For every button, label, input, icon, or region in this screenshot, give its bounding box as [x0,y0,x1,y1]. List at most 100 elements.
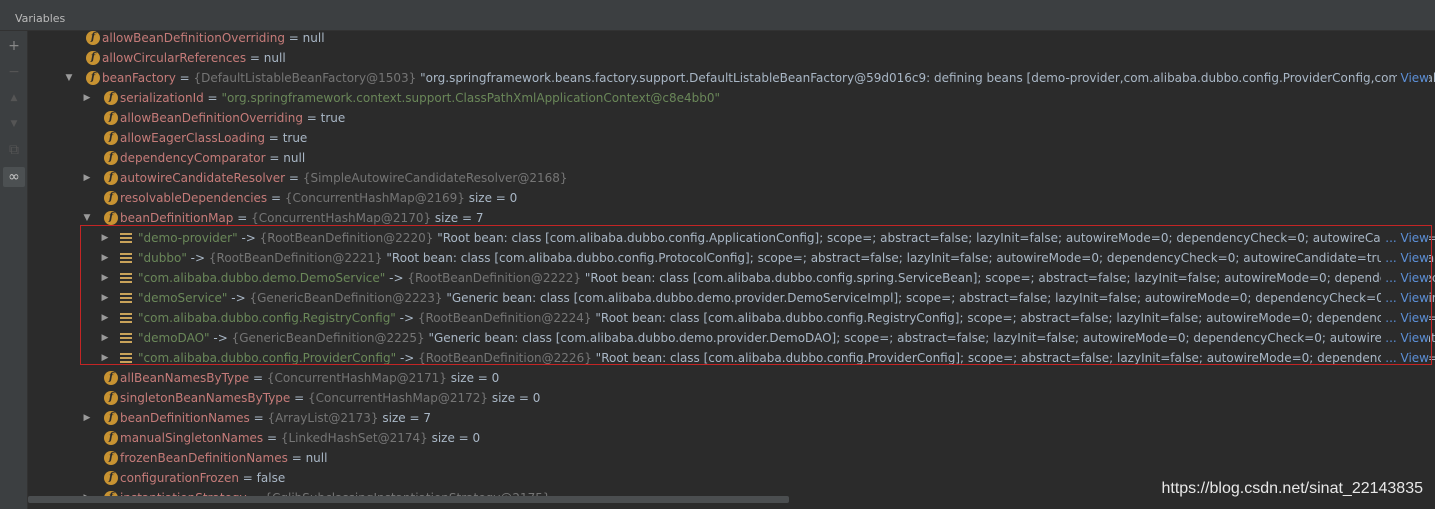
row-text: beanFactory = {DefaultListableBeanFactor… [102,68,1435,88]
variables-panel-header: Variables [0,0,1435,31]
view-link[interactable]: View [1396,68,1429,88]
expand-arrow-icon[interactable]: ▶ [82,488,92,496]
variable-row[interactable]: f allBeanNamesByType = {ConcurrentHashMap… [28,368,1435,388]
variable-name: autowireCandidateResolver [120,171,286,185]
object-ref: {DefaultListableBeanFactory@1503} [193,71,417,85]
variable-name: serializationId [120,91,204,105]
variable-value: size = 0 [491,391,541,405]
variable-value: true [282,131,308,145]
variable-value: null [263,51,286,65]
variable-value: null [283,151,306,165]
operator: = [266,431,278,445]
field-icon: f [104,451,118,465]
row-text: singletonBeanNamesByType = {ConcurrentHa… [120,388,540,408]
variable-name: allowCircularReferences [102,51,247,65]
object-ref: {ConcurrentHashMap@2171} [266,371,447,385]
variable-row[interactable]: ▶ f autowireCandidateResolver = {SimpleAut… [28,168,1435,188]
field-icon: f [86,71,100,85]
row-text: allowEagerClassLoading = true [120,128,307,148]
expand-arrow-icon[interactable]: ▶ [82,168,92,188]
variable-value: size = 7 [382,411,431,425]
variables-toolbar: + − ▲ ▼ ⧉ ∞ [0,31,28,509]
variable-row[interactable]: ▶ f beanDefinitionNames = {ArrayList@2173}… [28,408,1435,428]
variable-row[interactable]: f dependencyComparator = null [28,148,1435,168]
variable-row[interactable]: f resolvableDependencies = {ConcurrentHas… [28,188,1435,208]
expand-arrow-icon[interactable]: ▶ [82,408,92,428]
object-ref: {ConcurrentHashMap@2172} [308,391,489,405]
variable-value: false [256,471,286,485]
field-icon: f [104,191,118,205]
variable-name: beanDefinitionMap [120,211,234,225]
variable-value: "org.springframework.context.support.Cla… [221,91,721,105]
field-icon: f [104,431,118,445]
row-text: resolvableDependencies = {ConcurrentHash… [120,188,517,208]
panel-title: Variables [15,12,66,25]
row-text: serializationId = "org.springframework.c… [120,88,720,108]
variable-name: dependencyComparator [120,151,266,165]
field-icon: f [104,371,118,385]
variable-row[interactable]: ▶ f serializationId = "org.springframework… [28,88,1435,108]
variable-value: true [320,111,346,125]
variable-name: configurationFrozen [120,471,239,485]
operator: = [249,51,260,65]
row-text: frozenBeanDefinitionNames = null [120,448,327,468]
object-ref: {ConcurrentHashMap@2169} [284,191,465,205]
row-text: allowBeanDefinitionOverriding = true [120,108,345,128]
field-icon: f [104,211,118,225]
object-ref: {LinkedHashSet@2174} [280,431,428,445]
variable-name: beanFactory [102,71,176,85]
move-up-button[interactable]: ▲ [3,88,25,108]
variable-value: size = 0 [450,371,500,385]
variable-name: allowBeanDefinitionOverriding [120,111,303,125]
operator: = [288,31,299,45]
watermark: https://blog.csdn.net/sinat_22143835 [1161,480,1423,497]
variable-row[interactable]: f allowEagerClassLoading = true [28,128,1435,148]
variable-value: null [302,31,325,45]
row-text: instantiationStrategy = {CglibSubclassin… [120,488,551,496]
variable-name: beanDefinitionNames [120,411,250,425]
field-icon: f [86,31,100,45]
show-watches-button[interactable]: ∞ [3,167,25,187]
operator: = [269,151,280,165]
variable-value: size = 7 [434,211,484,225]
variable-name: resolvableDependencies [120,191,268,205]
field-icon: f [104,171,118,185]
row-text: configurationFrozen = false [120,468,285,488]
copy-button[interactable]: ⧉ [3,140,25,160]
variable-name: manualSingletonNames [120,431,264,445]
variable-value: size = 0 [468,191,518,205]
variable-name: frozenBeanDefinitionNames [120,451,288,465]
operator: = [253,411,264,425]
field-icon: f [104,411,118,425]
row-text: allBeanNamesByType = {ConcurrentHashMap@… [120,368,499,388]
operator: = [207,91,218,105]
add-watch-button[interactable]: + [3,36,25,56]
variable-row[interactable]: f manualSingletonNames = {LinkedHashSet@2… [28,428,1435,448]
operator: = [242,471,253,485]
operator: = [237,211,248,225]
operator: = [252,371,264,385]
variable-row[interactable]: f singletonBeanNamesByType = {ConcurrentH… [28,388,1435,408]
operator: = [271,191,282,205]
variable-row[interactable]: ▼ f beanFactory = {DefaultListableBeanFact… [28,68,1435,88]
object-ref: {ArrayList@2173} [267,411,379,425]
move-down-button[interactable]: ▼ [3,114,25,134]
operator: = [294,391,305,405]
operator: = [268,131,279,145]
variable-row[interactable]: f allowCircularReferences = null [28,48,1435,68]
row-text: autowireCandidateResolver = {SimpleAutow… [120,168,568,188]
expand-arrow-icon[interactable]: ▶ [82,88,92,108]
variable-row[interactable]: f allowBeanDefinitionOverriding = null [28,31,1435,48]
variable-row[interactable]: f frozenBeanDefinitionNames = null [28,448,1435,468]
field-icon: f [104,471,118,485]
variable-name: allowBeanDefinitionOverriding [102,31,285,45]
variable-name: singletonBeanNamesByType [120,391,291,405]
variable-name: allBeanNamesByType [120,371,250,385]
variable-row[interactable]: f allowBeanDefinitionOverriding = true [28,108,1435,128]
field-icon: f [104,131,118,145]
collapse-arrow-icon[interactable]: ▼ [64,68,74,88]
row-text: beanDefinitionNames = {ArrayList@2173} s… [120,408,431,428]
operator: = [179,71,190,85]
horizontal-scrollbar[interactable] [28,496,789,503]
remove-watch-button[interactable]: − [3,62,25,82]
